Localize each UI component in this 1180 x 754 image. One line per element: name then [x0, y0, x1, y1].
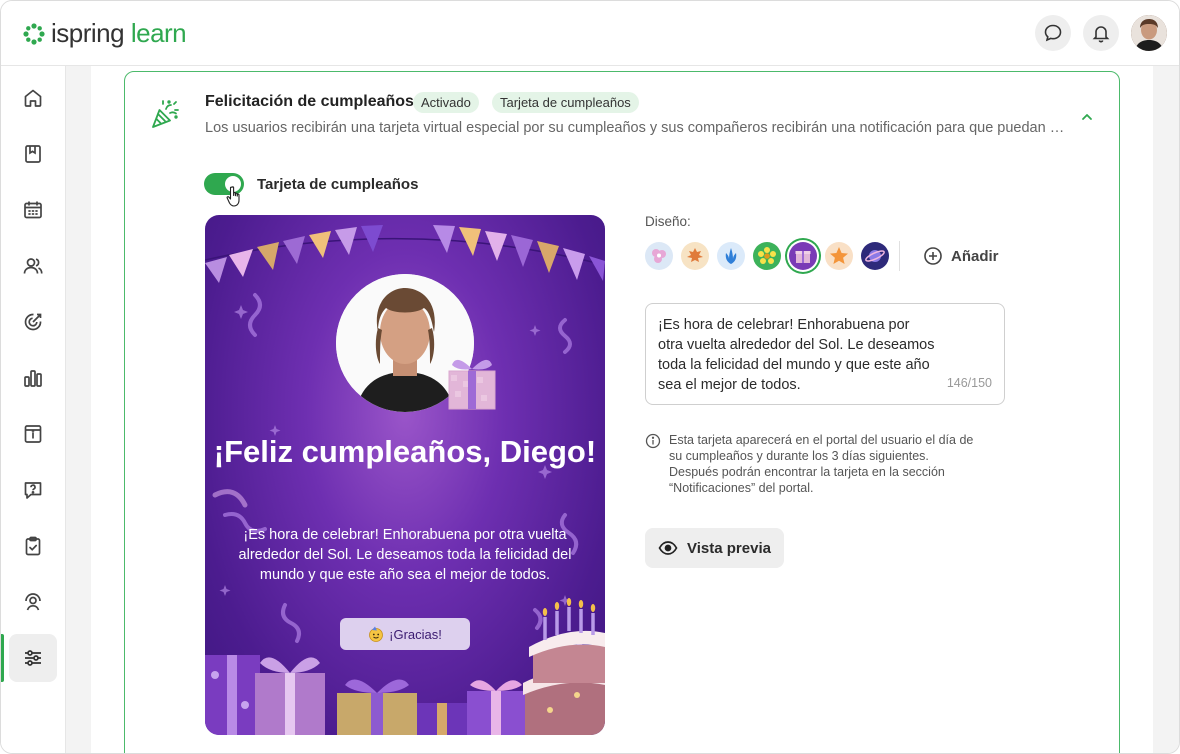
design-swatch-leaves[interactable]: [681, 242, 709, 270]
design-swatch-daisy[interactable]: [753, 242, 781, 270]
sidebar-item-tasks[interactable]: [9, 522, 57, 570]
daisy-icon: [758, 247, 776, 264]
sidebar-item-calendar[interactable]: [9, 186, 57, 234]
greeting-message-field[interactable]: ¡Es hora de celebrar! Enhorabuena por ot…: [645, 303, 1005, 405]
maple-leaf-icon: [687, 248, 703, 262]
birthday-card-preview: ¡Feliz cumpleaños, Diego! ¡Es hora de ce…: [205, 215, 605, 735]
support-icon: [25, 593, 41, 611]
thanks-button[interactable]: ¡Gracias!: [340, 618, 470, 650]
design-swatch-starfish[interactable]: [825, 242, 853, 270]
add-design-label: Añadir: [951, 247, 999, 265]
target-icon: [24, 313, 42, 331]
chevron-up-icon: [1082, 114, 1092, 120]
design-swatch-gift[interactable]: [789, 242, 817, 270]
calendar-icon: [24, 201, 42, 219]
planet-icon: [865, 250, 885, 262]
notifications-button[interactable]: [1083, 15, 1119, 51]
starfish-icon: [830, 247, 848, 264]
section-description: Los usuarios recibirán una tarjeta virtu…: [205, 120, 1065, 136]
chat-bubble-icon: [1044, 24, 1062, 42]
logo-text: ispring learn: [51, 18, 187, 48]
bar-chart-icon: [24, 370, 42, 387]
flower-icon: [652, 249, 666, 263]
character-counter: 146/150: [946, 376, 992, 390]
design-swatch-blue-leaf[interactable]: [717, 242, 745, 270]
users-icon: [23, 258, 43, 274]
sidebar: [1, 66, 66, 753]
bell-icon: [1092, 26, 1110, 43]
design-swatch-flowers[interactable]: [645, 242, 673, 270]
party-popper-icon: [149, 97, 183, 136]
collapse-button[interactable]: [1077, 107, 1097, 132]
swatch-divider: [899, 241, 900, 271]
status-badge: Activado: [413, 92, 479, 113]
sidebar-item-reports[interactable]: [9, 354, 57, 402]
sidebar-item-news[interactable]: [9, 410, 57, 458]
sidebar-item-settings[interactable]: [9, 634, 57, 682]
gift-box-icon: [448, 359, 496, 410]
card-greeting-title: ¡Feliz cumpleaños, Diego!: [213, 434, 597, 469]
thanks-label: ¡Gracias!: [389, 626, 442, 642]
sidebar-item-users[interactable]: [9, 242, 57, 290]
info-icon: [645, 433, 661, 449]
clipboard-icon: [25, 536, 41, 556]
preview-label: Vista previa: [687, 539, 771, 557]
sidebar-item-support[interactable]: [9, 578, 57, 626]
greeting-message-text[interactable]: ¡Es hora de celebrar! Enhorabuena por ot…: [658, 315, 938, 395]
sidebar-item-goals[interactable]: [9, 298, 57, 346]
logo-mark-icon: [23, 22, 45, 45]
type-badge: Tarjeta de cumpleaños: [492, 92, 639, 113]
sliders-icon: [25, 650, 41, 666]
ispring-learn-logo[interactable]: ispring learn: [23, 18, 187, 49]
design-label: Diseño:: [645, 214, 691, 229]
top-bar: ispring learn: [1, 1, 1179, 66]
sidebar-item-library[interactable]: [9, 130, 57, 178]
sidebar-item-questions[interactable]: [9, 466, 57, 514]
design-swatch-planet[interactable]: [861, 242, 889, 270]
question-icon: [24, 482, 42, 499]
party-face-icon: [369, 626, 384, 642]
plus-circle-icon: [924, 247, 942, 265]
preview-button[interactable]: Vista previa: [645, 528, 784, 568]
blue-leaf-icon: [725, 248, 737, 264]
user-avatar[interactable]: [1131, 15, 1167, 51]
active-indicator: [1, 634, 4, 682]
sidebar-item-home[interactable]: [9, 74, 57, 122]
gift-icon: [795, 251, 811, 263]
card-greeting-message: ¡Es hora de celebrar! Enhorabuena por ot…: [238, 527, 572, 583]
toggle-label: Tarjeta de cumpleaños: [257, 176, 419, 193]
info-note: Esta tarjeta aparecerá en el portal del …: [645, 432, 975, 496]
chat-button[interactable]: [1035, 15, 1071, 51]
eye-icon: [658, 541, 678, 555]
home-icon: [24, 89, 42, 107]
app-window: ispring learn Felicitación de cumpleaños…: [0, 0, 1180, 754]
section-title: Felicitación de cumpleaños: [205, 93, 414, 110]
info-text: Esta tarjeta aparecerá en el portal del …: [669, 433, 974, 495]
add-design-button[interactable]: Añadir: [923, 246, 999, 266]
hand-cursor-icon: [226, 185, 246, 214]
book-icon: [25, 145, 41, 163]
news-icon: [24, 425, 42, 443]
